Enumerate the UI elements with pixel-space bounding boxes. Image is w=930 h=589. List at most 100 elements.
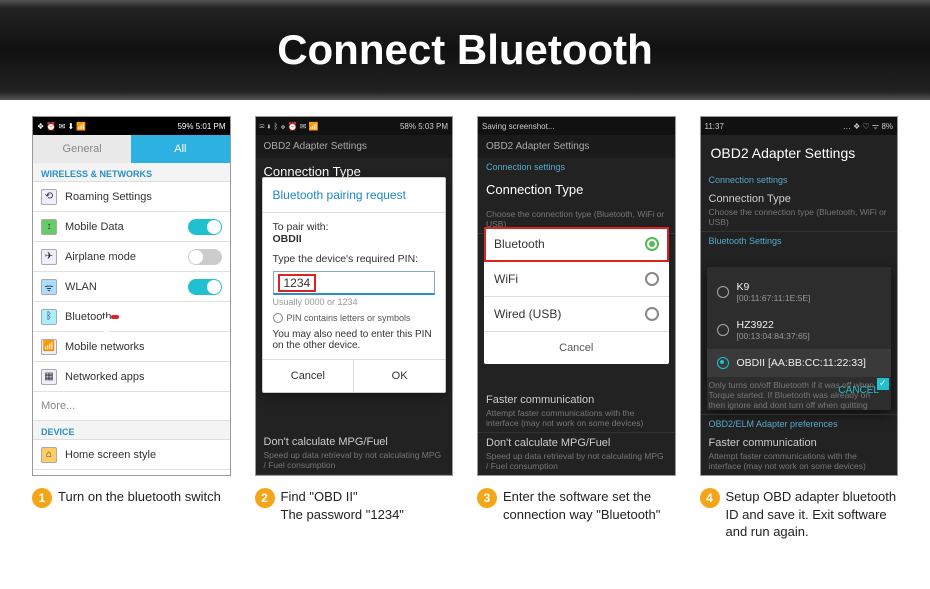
row-roaming[interactable]: ⟲Roaming Settings xyxy=(33,182,230,212)
option-wired[interactable]: Wired (USB) xyxy=(484,297,669,332)
cancel-button[interactable]: Cancel xyxy=(484,332,669,364)
section-device: DEVICE xyxy=(33,421,230,440)
tab-all[interactable]: All xyxy=(131,135,229,163)
networked-apps-label: Networked apps xyxy=(65,371,145,383)
pin-label: Type the device's required PIN: xyxy=(273,253,436,265)
row-airplane[interactable]: ✈Airplane mode xyxy=(33,242,230,272)
row-wlan[interactable]: ᯤ WLAN xyxy=(33,272,230,302)
row-mobile-networks[interactable]: 📶Mobile networks xyxy=(33,332,230,362)
faster-label: Faster communication xyxy=(709,437,817,449)
status-left: ✉ ⬇ ᛒ ❖ ⏰ ✉ 📶 xyxy=(260,122,319,131)
bluetooth-toggle-highlight xyxy=(111,315,119,319)
section-connection: Connection settings xyxy=(478,158,675,176)
pin-input[interactable]: 1234 xyxy=(273,271,436,295)
pin-letters-label: PIN contains letters or symbols xyxy=(287,313,411,323)
step-text: Enter the software set the connection wa… xyxy=(503,488,676,541)
radio-selected-icon xyxy=(717,357,729,369)
conn-type-hint: Choose the connection type (Bluetooth, W… xyxy=(709,207,890,227)
pin-hint: Usually 0000 or 1234 xyxy=(273,297,436,307)
faster-hint: Attempt faster communications with the i… xyxy=(709,451,890,471)
device-option[interactable]: HZ3922[00:13:04:84:37:65] xyxy=(707,311,892,349)
home-label: Home screen style xyxy=(65,449,156,461)
no-mpg-label: Don't calculate MPG/Fuel xyxy=(264,436,388,448)
status-bar: 11:37 … ❖ ♡ ᯤ 8% xyxy=(701,117,898,135)
row-home-style[interactable]: ⌂Home screen style xyxy=(33,440,230,470)
section-elm: OBD2/ELM Adapter preferences xyxy=(701,415,898,433)
step-text: Find "OBD II" The password "1234" xyxy=(281,488,454,541)
option-bluetooth[interactable]: Bluetooth xyxy=(484,227,669,262)
status-icons-left: ❖ ⏰ ✉ ⬇ 📶 xyxy=(37,122,86,131)
step-2: 2 Find "OBD II" The password "1234" xyxy=(255,488,454,541)
faster-label: Faster communication xyxy=(486,394,594,406)
row-mobile-data[interactable]: ↕Mobile Data xyxy=(33,212,230,242)
row-conn-type[interactable]: Connection Type Choose the connection ty… xyxy=(701,189,898,232)
section-wireless: WIRELESS & NETWORKS xyxy=(33,163,230,182)
row-bt-off[interactable]: Only turns on/off Bluetooth if it was of… xyxy=(701,374,898,415)
banner-title: Connect Bluetooth xyxy=(277,26,653,74)
step-4: 4Setup OBD adapter bluetooth ID and save… xyxy=(700,488,899,541)
dialog-title: Bluetooth pairing request xyxy=(263,178,446,213)
pair-with-label: To pair with: xyxy=(273,221,436,233)
pin-letters-row[interactable]: PIN contains letters or symbols xyxy=(273,313,436,323)
step-3: 3 Enter the software set the connection w… xyxy=(477,488,676,541)
title-banner: Connect Bluetooth xyxy=(0,0,930,100)
option-wired-label: Wired (USB) xyxy=(494,307,561,321)
device-option-selected[interactable]: OBDII [AA:BB:CC:11:22:33] xyxy=(707,349,892,377)
radio-icon xyxy=(645,272,659,286)
wifi-icon: ᯤ xyxy=(41,279,57,295)
airplane-icon: ✈ xyxy=(41,249,57,265)
row-bluetooth[interactable]: ᛒBluetooth xyxy=(33,302,230,332)
cancel-button[interactable]: Cancel xyxy=(263,360,355,392)
step-number: 3 xyxy=(477,488,497,508)
tabs: General All xyxy=(33,135,230,163)
tab-general[interactable]: General xyxy=(33,135,131,163)
mobile-data-toggle[interactable] xyxy=(188,219,222,235)
connection-chooser: Bluetooth WiFi Wired (USB) Cancel xyxy=(484,227,669,364)
wlan-toggle[interactable] xyxy=(188,279,222,295)
radio-icon xyxy=(645,307,659,321)
mobile-networks-label: Mobile networks xyxy=(65,341,144,353)
no-mpg-hint: Speed up data retrieval by not calculati… xyxy=(264,450,445,470)
device-label: K9[00:11:67:11:1E:5E] xyxy=(737,281,811,303)
device-option[interactable]: K9[00:11:67:11:1E:5E] xyxy=(707,273,892,311)
step-number: 1 xyxy=(32,488,52,508)
phone-row: ❖ ⏰ ✉ ⬇ 📶 59% 5:01 PM General All WIRELE… xyxy=(0,100,930,484)
device-label: OBDII [AA:BB:CC:11:22:33] xyxy=(737,357,866,369)
bluetooth-icon: ᛒ xyxy=(41,309,57,325)
step-number: 2 xyxy=(255,488,275,508)
row-more[interactable]: More... xyxy=(33,392,230,421)
status-left: Saving screenshot... xyxy=(482,122,554,131)
bt-off-hint: Only turns on/off Bluetooth if it was of… xyxy=(709,380,878,410)
option-bluetooth-label: Bluetooth xyxy=(494,237,545,251)
faster-hint: Attempt faster communications with the i… xyxy=(486,408,667,428)
step-number: 4 xyxy=(700,488,720,508)
row-faster[interactable]: Faster communication Attempt faster comm… xyxy=(478,390,675,433)
row-networked-apps[interactable]: ▦ Networked apps xyxy=(33,362,230,392)
row-no-mpg[interactable]: Don't calculate MPG/Fuel Speed up data r… xyxy=(478,433,675,475)
pin-value: 1234 xyxy=(278,274,317,292)
option-wifi-label: WiFi xyxy=(494,272,518,286)
airplane-toggle[interactable] xyxy=(188,249,222,265)
radio-icon xyxy=(273,313,283,323)
step-text: Turn on the bluetooth switch xyxy=(58,488,231,541)
option-wifi[interactable]: WiFi xyxy=(484,262,669,297)
step-captions: 1 Turn on the bluetooth switch 2 Find "OBD… xyxy=(0,484,930,541)
apps-icon: ▦ xyxy=(41,369,57,385)
phone-4: 11:37 … ❖ ♡ ᯤ 8% OBD2 Adapter Settings C… xyxy=(700,116,899,476)
roaming-icon: ⟲ xyxy=(41,189,57,205)
screen-title: OBD2 Adapter Settings xyxy=(256,135,453,158)
row-sound[interactable]: 🔊Sound xyxy=(33,470,230,476)
row-faster[interactable]: Faster communication Attempt faster comm… xyxy=(701,433,898,475)
dialog-buttons: Cancel OK xyxy=(263,359,446,392)
status-right: 58% 5:03 PM xyxy=(400,122,448,131)
checkbox-checked-icon[interactable] xyxy=(877,378,889,390)
radio-icon xyxy=(717,324,729,336)
pair-device: OBDII xyxy=(273,233,436,245)
row-no-mpg[interactable]: Don't calculate MPG/Fuel Speed up data r… xyxy=(256,432,453,475)
ok-button[interactable]: OK xyxy=(354,360,445,392)
wlan-label: WLAN xyxy=(65,281,97,293)
section-connection: Connection settings xyxy=(701,171,898,189)
no-mpg-hint: Speed up data retrieval by not calculati… xyxy=(486,451,667,471)
step-1: 1 Turn on the bluetooth switch xyxy=(32,488,231,541)
data-icon: ↕ xyxy=(41,219,57,235)
